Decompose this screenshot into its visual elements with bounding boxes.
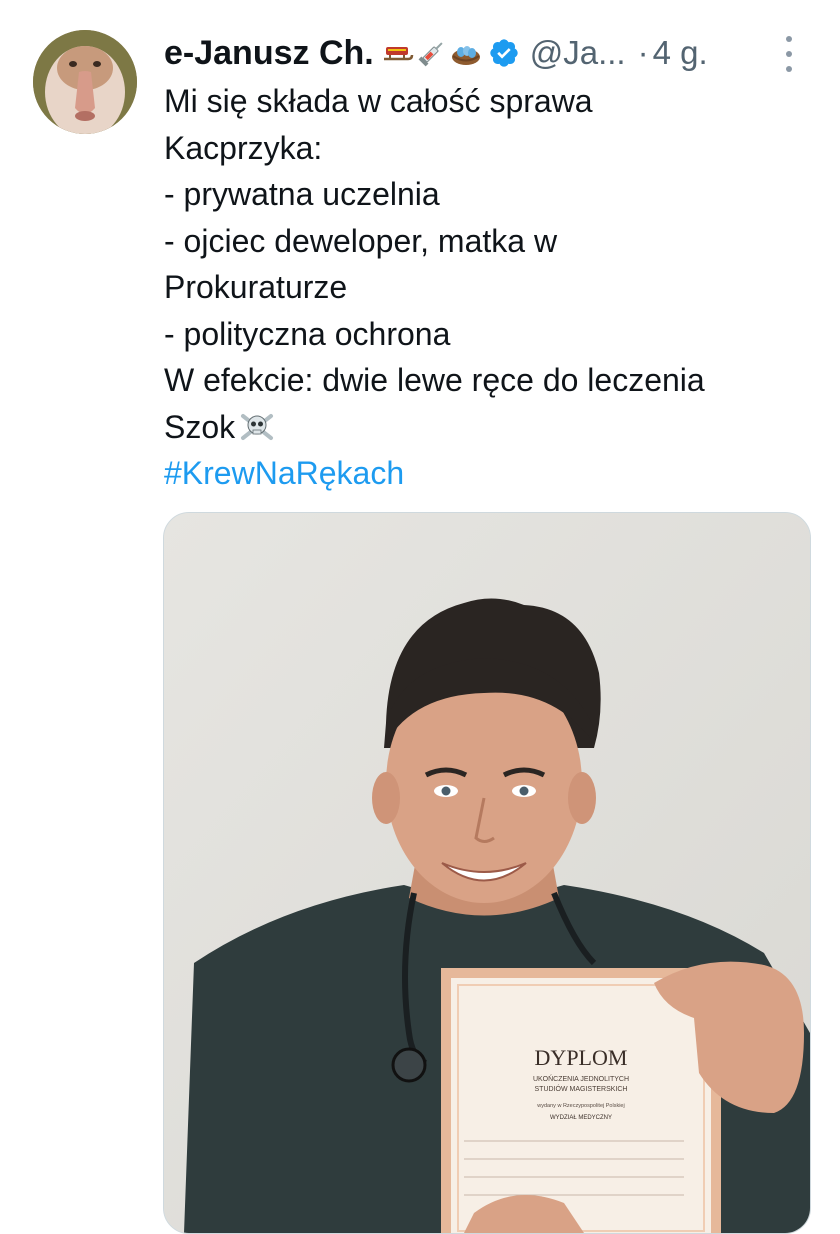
user-handle[interactable]: @Ja...: [530, 34, 626, 72]
tweet-line: Mi się składa w całość sprawa: [164, 83, 593, 119]
tweet-line: - ojciec deweloper, matka w: [164, 222, 558, 259]
display-name[interactable]: e-Janusz Ch.: [164, 34, 374, 73]
tweet-line-with-emoji: Szok: [164, 404, 804, 451]
tweet-line: Prokuraturze: [164, 269, 348, 305]
more-options-icon[interactable]: [778, 36, 800, 72]
hashtag-link[interactable]: #KrewNaRękach: [164, 450, 804, 497]
diploma-title: DYPLOM: [535, 1045, 628, 1070]
avatar[interactable]: [33, 30, 137, 134]
diploma-subtitle-2: STUDIÓW MAGISTERSKICH: [535, 1084, 628, 1093]
diploma-issued: wydany w Rzeczypospolitej Polskiej: [536, 1103, 624, 1109]
syringe-emoji-icon: [416, 37, 448, 69]
tweet-line: - polityczna ochrona: [164, 315, 451, 352]
separator-dot: ·: [637, 34, 649, 71]
tweet[interactable]: e-Janusz Ch. @Ja... · 4 g. Mi się składa…: [0, 0, 840, 1234]
tweet-media-photo[interactable]: DYPLOM UKOŃCZENIA JEDNOLITYCH STUDIÓW MA…: [163, 512, 811, 1234]
diploma-subtitle-1: UKOŃCZENIA JEDNOLITYCH: [533, 1074, 629, 1083]
tweet-line: - prywatna uczelnia: [164, 176, 440, 212]
tweet-line: Kacprzyka:: [164, 129, 323, 166]
tweet-timestamp[interactable]: 4 g.: [653, 34, 708, 72]
diploma-faculty: WYDZIAŁ MEDYCZNY: [550, 1115, 612, 1121]
tweet-line: W efekcie: dwie lewe ręce do leczenia: [164, 362, 705, 398]
skull-crossbones-icon: [241, 413, 274, 440]
nest-with-eggs-emoji-icon: [450, 37, 482, 69]
sled-emoji-icon: [382, 37, 414, 69]
verified-badge-icon: [490, 39, 518, 67]
tweet-line: Szok: [164, 408, 236, 445]
profile-emoji-badges: [382, 37, 482, 69]
tweet-text: Mi się składa w całość sprawa Kacprzyka:…: [164, 78, 804, 497]
tweet-header: e-Janusz Ch. @Ja... · 4 g.: [164, 28, 708, 78]
